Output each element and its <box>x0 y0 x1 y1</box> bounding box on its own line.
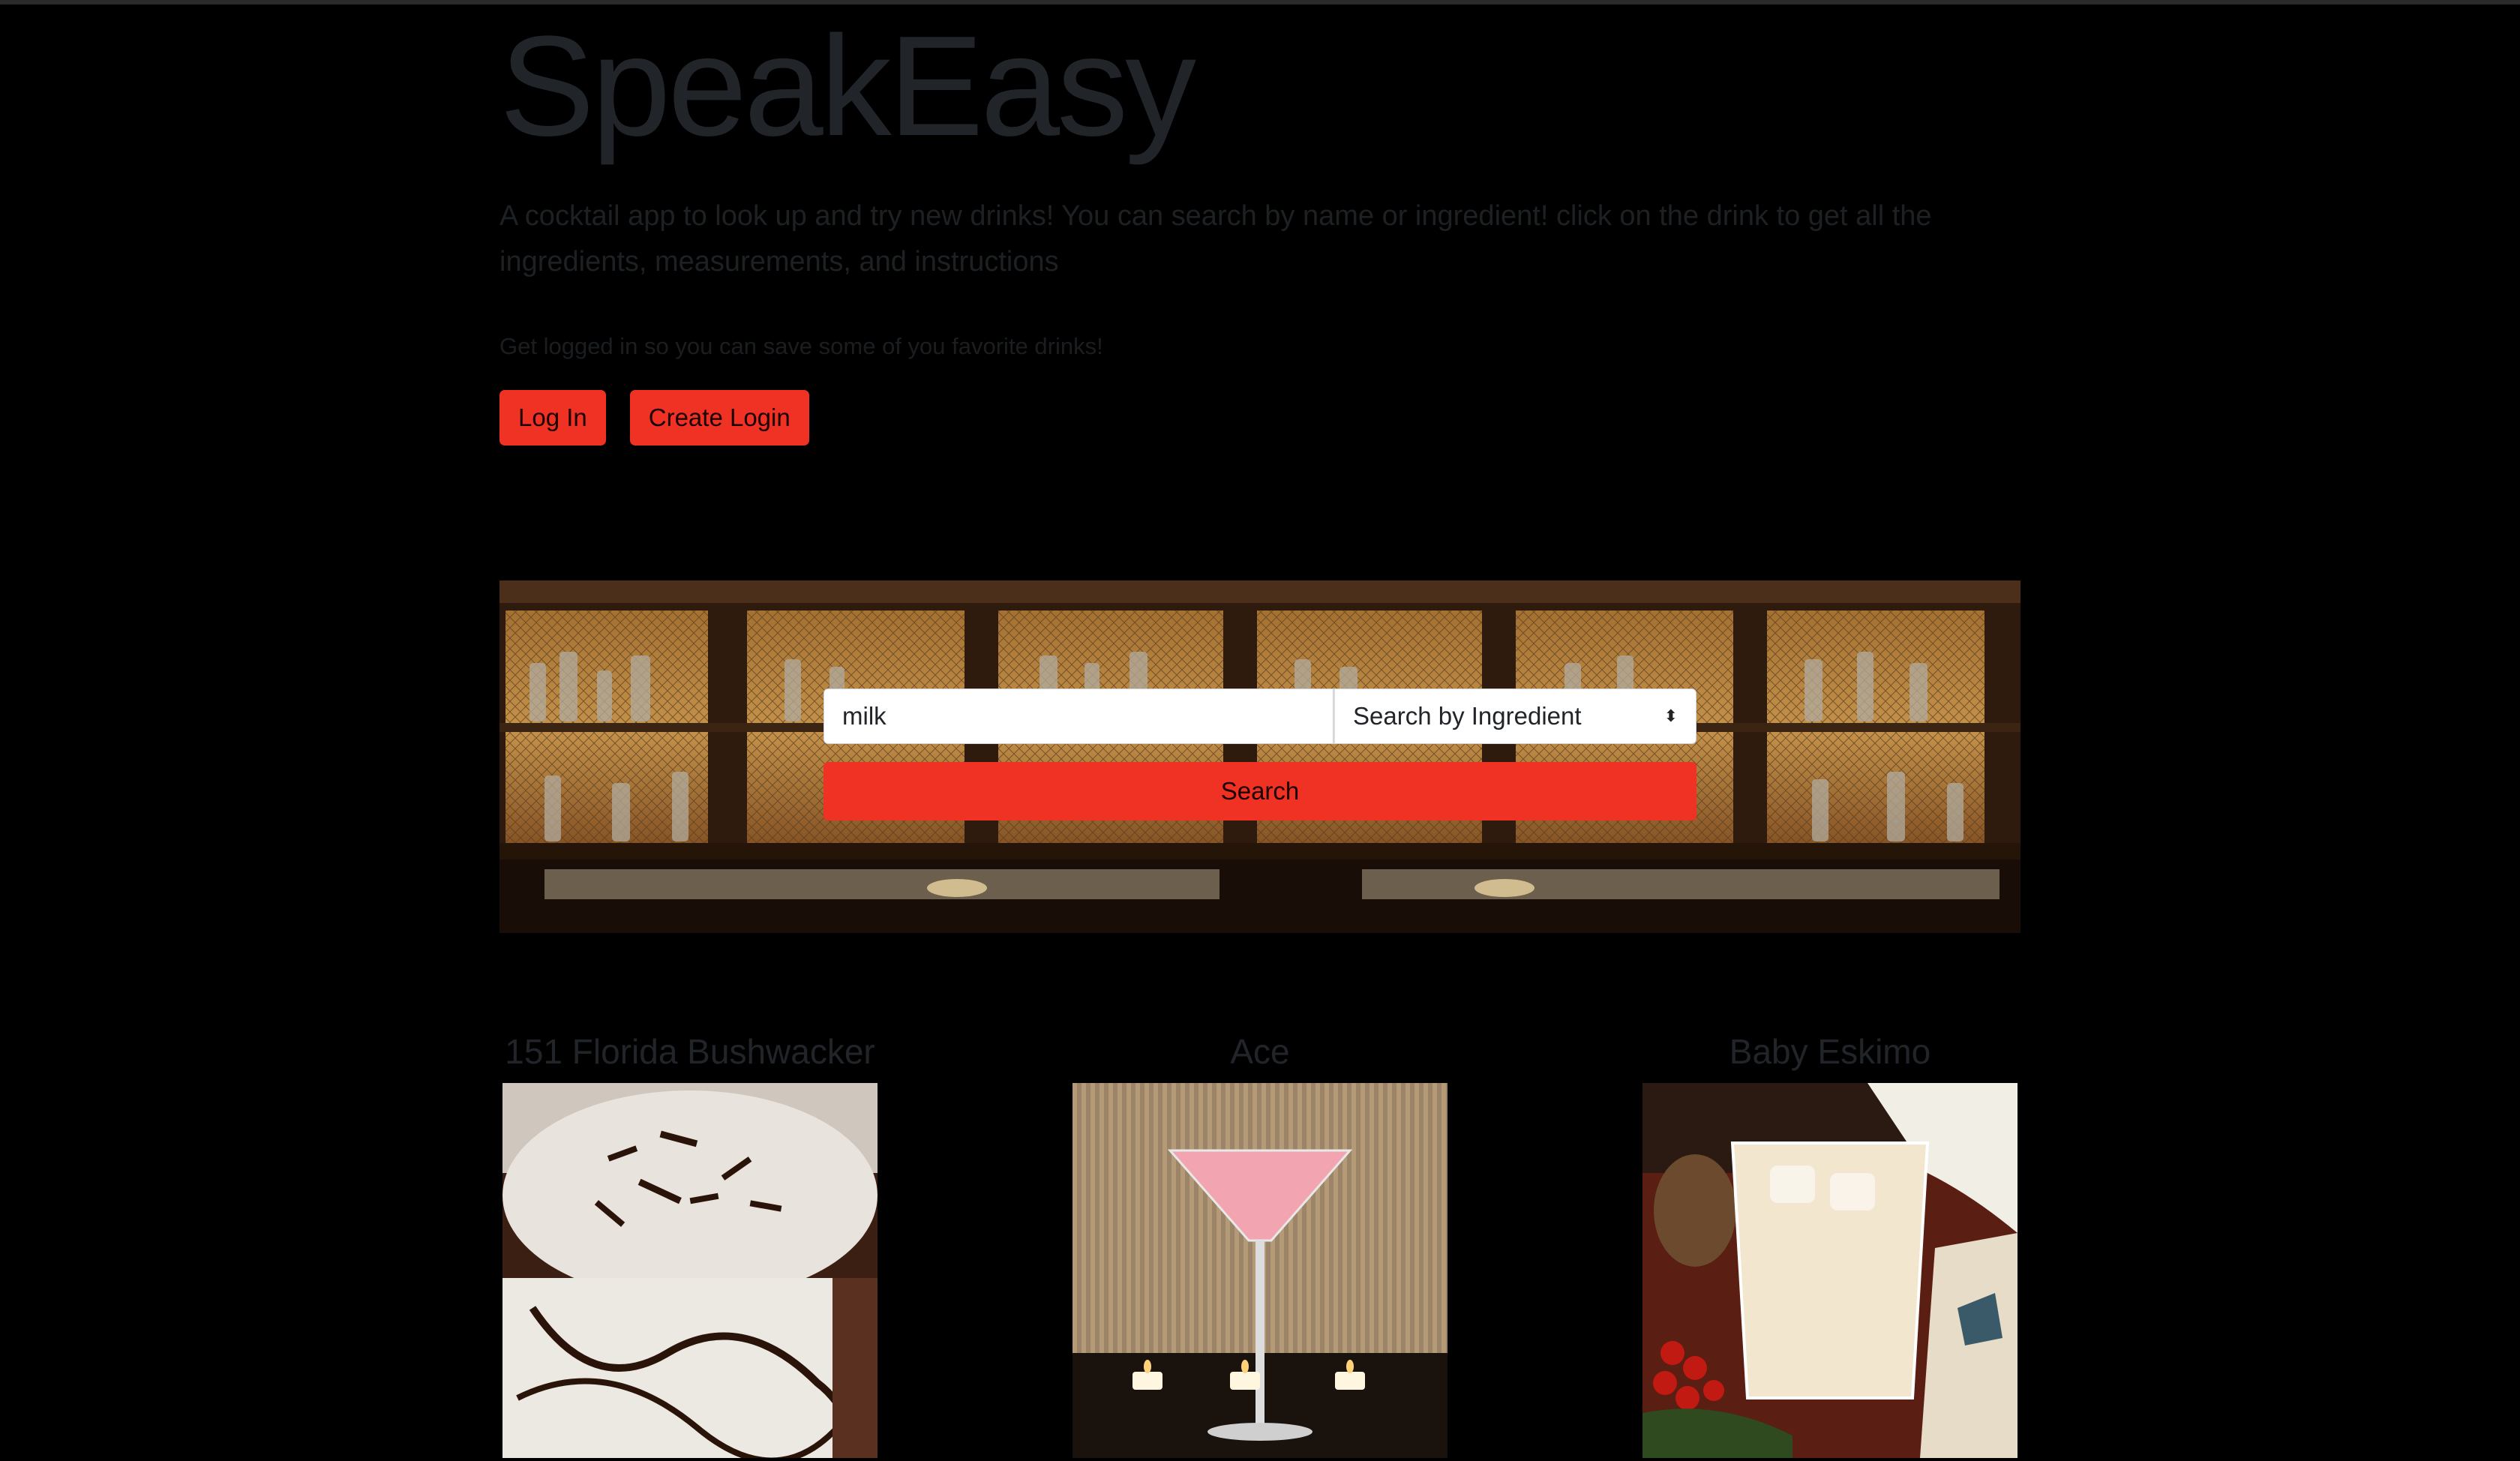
select-arrows-icon: ⬍ <box>1664 706 1678 725</box>
search-mode-value: Search by Ingredient <box>1353 702 1582 730</box>
search-mode-select[interactable]: Search by Ingredient ⬍ <box>1334 688 1696 744</box>
search-input[interactable] <box>824 688 1334 744</box>
drink-card[interactable]: Ace <box>1072 1029 1448 1458</box>
ace-photo <box>1072 1083 1448 1458</box>
search-button[interactable]: Search <box>824 762 1696 820</box>
bushwacker-photo <box>502 1083 878 1458</box>
drink-card[interactable]: Baby Eskimo <box>1642 1029 2018 1458</box>
auth-buttons: Log In Create Login <box>500 390 2022 446</box>
window-top-border <box>0 0 2520 4</box>
drink-name[interactable]: Baby Eskimo <box>1642 1029 2018 1074</box>
app-title: SpeakEasy <box>500 7 1196 166</box>
drink-image[interactable] <box>502 1083 878 1458</box>
search-input-group: Search by Ingredient ⬍ <box>824 688 1696 744</box>
drink-image[interactable] <box>1642 1083 2018 1458</box>
drink-image[interactable] <box>1072 1083 1448 1458</box>
login-prompt: Get logged in so you can save some of yo… <box>500 333 1103 359</box>
log-in-button[interactable]: Log In <box>500 390 606 446</box>
drink-name[interactable]: 151 Florida Bushwacker <box>502 1029 878 1074</box>
search-form: Search by Ingredient ⬍ Search <box>824 688 1696 820</box>
create-login-button[interactable]: Create Login <box>629 390 809 446</box>
drink-card[interactable]: 151 Florida Bushwacker <box>502 1029 878 1458</box>
drink-name[interactable]: Ace <box>1072 1029 1448 1074</box>
jumbotron: SpeakEasy A cocktail app to look up and … <box>500 15 2022 446</box>
baby-eskimo-photo <box>1642 1083 2018 1458</box>
app-description: A cocktail app to look up and try new dr… <box>500 200 1932 278</box>
